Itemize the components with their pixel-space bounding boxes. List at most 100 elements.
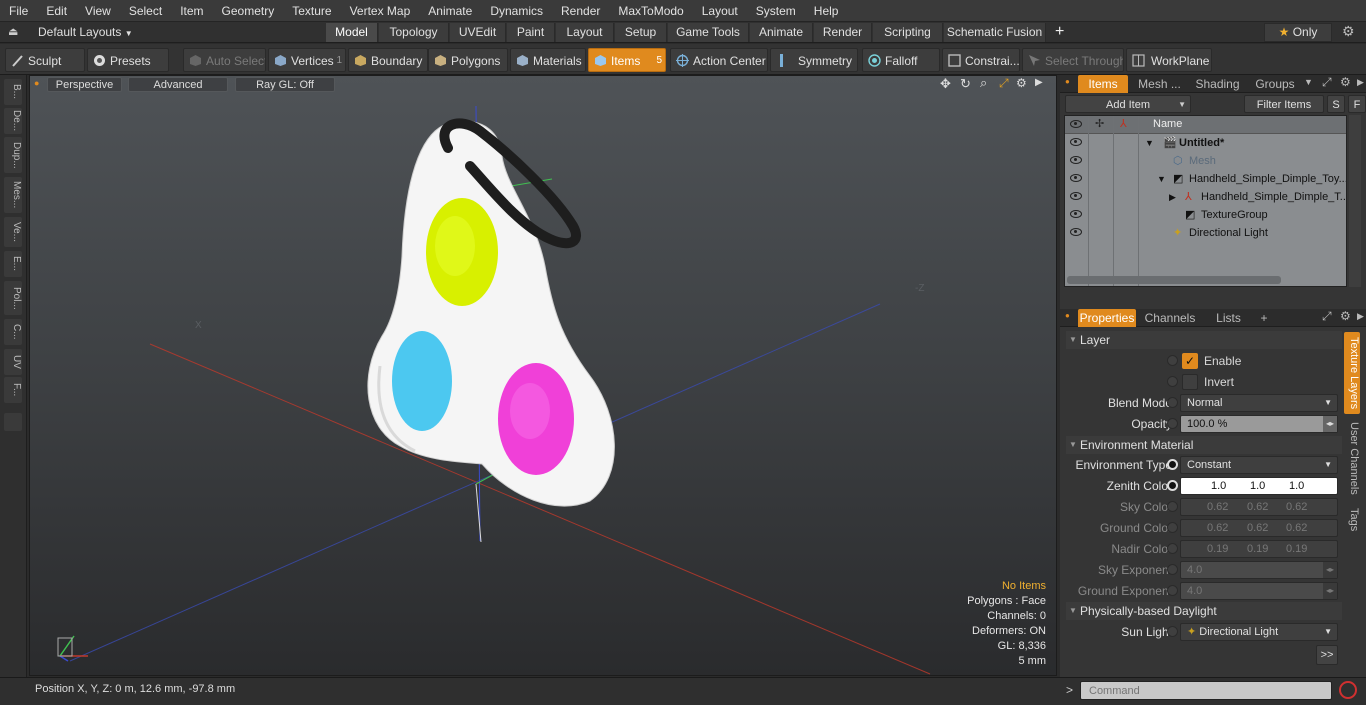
- falloff-button[interactable]: Falloff: [862, 48, 940, 72]
- sun-light-dot[interactable]: [1167, 626, 1178, 637]
- tab-scripting[interactable]: Scripting: [873, 23, 943, 42]
- sky-exponent-slider[interactable]: 4.0 ◂▸: [1180, 561, 1338, 579]
- menu-geometry[interactable]: Geometry: [213, 0, 284, 22]
- left-tab-6[interactable]: E...: [4, 251, 22, 277]
- advanced-button[interactable]: Advanced: [128, 77, 228, 92]
- menu-render[interactable]: Render: [552, 0, 609, 22]
- menu-vertex-map[interactable]: Vertex Map: [341, 0, 420, 22]
- item-row-toy-mesh[interactable]: ▶ ⅄ Handheld_Simple_Dimple_T...: [1065, 188, 1346, 206]
- sky-b[interactable]: 0.62: [1286, 499, 1307, 515]
- menu-select[interactable]: Select: [120, 0, 171, 22]
- tab-paint[interactable]: Paint: [507, 23, 555, 42]
- menu-system[interactable]: System: [747, 0, 805, 22]
- tab-topology[interactable]: Topology: [379, 23, 449, 42]
- perspective-button[interactable]: Perspective: [47, 77, 122, 92]
- ground-exponent-slider[interactable]: 4.0 ◂▸: [1180, 582, 1338, 600]
- left-tab-1[interactable]: B...: [4, 79, 22, 105]
- symmetry-button[interactable]: Symmetry: [770, 48, 858, 72]
- sculpt-button[interactable]: Sculpt: [5, 48, 85, 72]
- tab-render[interactable]: Render: [814, 23, 872, 42]
- zenith-r[interactable]: 1.0: [1211, 478, 1226, 494]
- item-row-mesh[interactable]: ⬡ Mesh: [1065, 152, 1346, 170]
- layouts-dropdown[interactable]: Default Layouts ▼: [38, 25, 133, 39]
- nadir-r[interactable]: 0.19: [1207, 541, 1228, 557]
- zenith-b[interactable]: 1.0: [1289, 478, 1304, 494]
- opacity-slider[interactable]: 100.0 % ◂▸: [1180, 415, 1338, 433]
- command-input[interactable]: [1080, 681, 1332, 700]
- s-button[interactable]: S: [1327, 95, 1345, 113]
- left-tab-5[interactable]: Ve...: [4, 217, 22, 247]
- visibility-icon[interactable]: [1070, 156, 1082, 164]
- sky-r[interactable]: 0.62: [1207, 499, 1228, 515]
- viewport-arrow-icon[interactable]: ▶: [1035, 77, 1043, 88]
- tab-mesh[interactable]: Mesh ...: [1132, 75, 1187, 93]
- nadir-g[interactable]: 0.19: [1247, 541, 1268, 557]
- more-button[interactable]: >>: [1316, 645, 1338, 665]
- polygons-button[interactable]: Polygons: [428, 48, 508, 72]
- invert-checkbox[interactable]: [1182, 374, 1198, 390]
- materials-button[interactable]: Materials: [510, 48, 586, 72]
- layout-menu-icon[interactable]: ⏏: [8, 25, 18, 38]
- tab-layout[interactable]: Layout: [556, 23, 614, 42]
- env-type-dot[interactable]: [1167, 459, 1178, 470]
- menu-layout[interactable]: Layout: [693, 0, 747, 22]
- viewport-menu-icon[interactable]: ●: [34, 78, 39, 88]
- daylight-section-header[interactable]: Physically-based Daylight: [1066, 602, 1342, 620]
- left-tab-8[interactable]: C...: [4, 319, 22, 345]
- tab-properties[interactable]: Properties: [1078, 309, 1136, 327]
- action-center-button[interactable]: Action Center: [670, 48, 768, 72]
- workplane-button[interactable]: WorkPlane: [1126, 48, 1212, 72]
- expand-panel-icon[interactable]: ⤢: [1322, 75, 1332, 90]
- menu-help[interactable]: Help: [805, 0, 848, 22]
- properties-arrow-icon[interactable]: ▶: [1357, 311, 1364, 322]
- tab-model[interactable]: Model: [326, 23, 378, 42]
- visibility-icon[interactable]: [1070, 228, 1082, 236]
- collapse-icon[interactable]: ▼: [1145, 134, 1154, 152]
- collapse-icon[interactable]: ▼: [1157, 170, 1166, 188]
- zenith-color-dot[interactable]: [1167, 480, 1178, 491]
- left-tab-3[interactable]: Dup...: [4, 137, 22, 173]
- left-tab-2[interactable]: De...: [4, 108, 22, 134]
- menu-file[interactable]: File: [0, 0, 37, 22]
- 3d-viewport[interactable]: X -Z ● Perspective Advanced Ray GL: Off …: [29, 75, 1057, 676]
- visibility-icon[interactable]: [1070, 210, 1082, 218]
- tab-items[interactable]: Items: [1078, 75, 1128, 93]
- name-column-header[interactable]: Name: [1153, 118, 1182, 130]
- menu-maxtomodo[interactable]: MaxToModo: [609, 0, 692, 22]
- sky-color-field[interactable]: 0.62 0.62 0.62: [1180, 498, 1338, 516]
- constraints-button[interactable]: Constrai...: [942, 48, 1020, 72]
- menu-edit[interactable]: Edit: [37, 0, 76, 22]
- left-tab-10[interactable]: F...: [4, 377, 22, 403]
- env-type-select[interactable]: Constant ▼: [1180, 456, 1338, 474]
- items-panel-menu-icon[interactable]: ●: [1065, 77, 1070, 86]
- tab-game-tools[interactable]: Game Tools: [668, 23, 749, 42]
- tab-shading[interactable]: Shading: [1190, 75, 1245, 93]
- invert-dot[interactable]: [1167, 376, 1178, 387]
- items-button[interactable]: Items 5: [588, 48, 666, 72]
- item-row-toy-group[interactable]: ▼ ◩ Handheld_Simple_Dimple_Toy...: [1065, 170, 1346, 188]
- filter-items-input[interactable]: Filter Items: [1244, 95, 1324, 113]
- left-tab-7[interactable]: Pol...: [4, 281, 22, 315]
- expand-icon[interactable]: ▶: [1169, 188, 1176, 206]
- menu-animate[interactable]: Animate: [419, 0, 481, 22]
- maximize-view-icon[interactable]: ⤢: [999, 76, 1009, 91]
- environment-material-header[interactable]: Environment Material: [1066, 436, 1342, 454]
- tab-lists[interactable]: Lists: [1206, 309, 1251, 327]
- move-view-icon[interactable]: ✥: [940, 76, 951, 92]
- sun-light-select[interactable]: ✦ Directional Light ▼: [1180, 623, 1338, 641]
- blend-mode-dot[interactable]: [1167, 397, 1178, 408]
- select-through-button[interactable]: Select Through: [1022, 48, 1124, 72]
- zenith-color-field[interactable]: 1.0 1.0 1.0: [1180, 477, 1338, 495]
- left-tab-extra[interactable]: [4, 413, 22, 431]
- ground-r[interactable]: 0.62: [1207, 520, 1228, 536]
- properties-gear-icon[interactable]: ⚙: [1340, 309, 1351, 323]
- only-button[interactable]: ★ Only: [1264, 23, 1332, 42]
- item-row-untitled[interactable]: ▼ 🎬 Untitled*: [1065, 134, 1346, 152]
- expand-panel-icon[interactable]: ⤢: [1322, 309, 1332, 324]
- add-tab-button[interactable]: +: [1055, 22, 1064, 41]
- sky-exponent-dot[interactable]: [1167, 564, 1178, 575]
- nadir-b[interactable]: 0.19: [1286, 541, 1307, 557]
- record-icon[interactable]: [1339, 681, 1357, 699]
- visibility-icon[interactable]: [1070, 138, 1082, 146]
- left-tab-9[interactable]: UV: [4, 349, 22, 375]
